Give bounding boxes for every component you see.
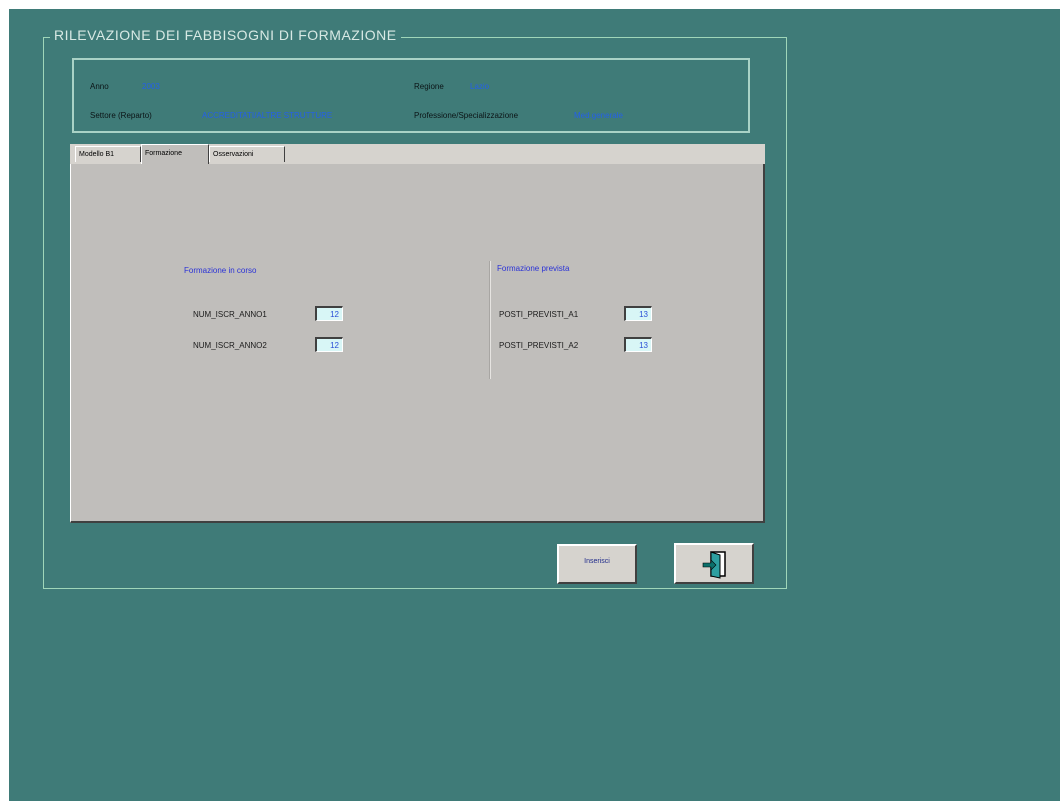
window-title: RILEVAZIONE DEI FABBISOGNI DI FORMAZIONE [50, 27, 401, 43]
inserisci-button-label: Inserisci [584, 558, 610, 565]
professione-label: Professione/Specializzazione [414, 111, 519, 120]
settore-value: ACCREDITATI/ALTRE STRUTTURE [202, 111, 333, 120]
exit-door-icon [702, 549, 732, 584]
regione-label: Regione [414, 82, 444, 91]
formazione-prevista-title: Formazione prevista [497, 264, 570, 273]
posti-previsti-a2-label: POSTI_PREVISTI_A2 [499, 341, 579, 350]
anno-value: 2003 [142, 82, 160, 91]
tab-osservazioni[interactable]: Osservazioni [209, 146, 285, 162]
settore-label: Settore (Reparto) [90, 111, 152, 120]
posti-previsti-a1-field[interactable] [624, 306, 652, 321]
anno-label: Anno [90, 82, 109, 91]
num-iscr-anno2-field[interactable] [315, 337, 343, 352]
regione-value: Lazio [470, 82, 490, 91]
formazione-panel: Formazione in corso NUM_ISCR_ANNO1 NUM_I… [70, 164, 765, 523]
tab-modello-b1[interactable]: Modello B1 [75, 146, 141, 162]
formazione-in-corso-title: Formazione in corso [184, 266, 257, 275]
header-info-box: Anno 2003 Regione Lazio Settore (Reparto… [72, 58, 750, 133]
num-iscr-anno2-label: NUM_ISCR_ANNO2 [193, 341, 267, 350]
inserisci-button[interactable]: Inserisci [557, 544, 637, 584]
num-iscr-anno1-field[interactable] [315, 306, 343, 321]
tab-formazione[interactable]: Formazione [141, 144, 209, 164]
posti-previsti-a2-field[interactable] [624, 337, 652, 352]
section-divider [489, 261, 491, 379]
exit-button[interactable] [674, 543, 754, 584]
tab-strip: Modello B1 Formazione Osservazioni [70, 144, 765, 164]
professione-value: Med.generale [574, 111, 623, 120]
posti-previsti-a1-label: POSTI_PREVISTI_A1 [499, 310, 579, 319]
num-iscr-anno1-label: NUM_ISCR_ANNO1 [193, 310, 267, 319]
